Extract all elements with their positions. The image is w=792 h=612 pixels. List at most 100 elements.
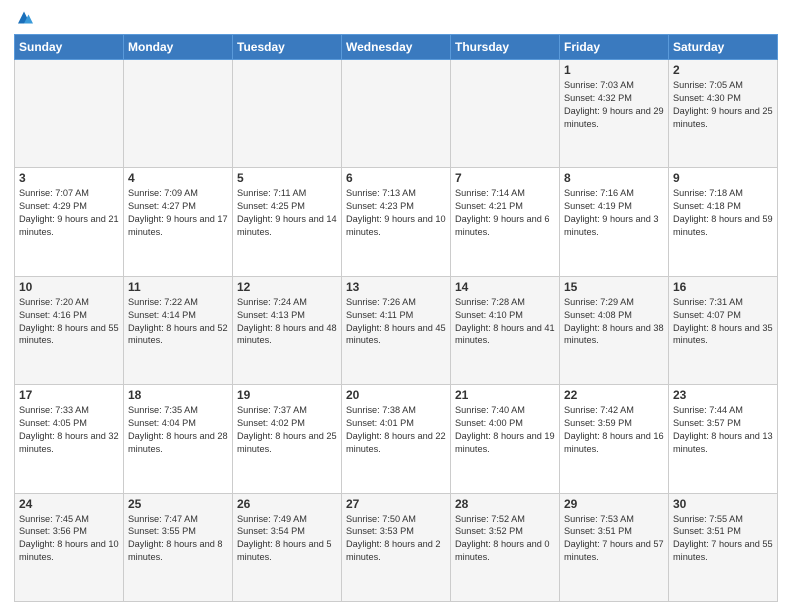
day-number: 24 — [19, 497, 119, 511]
calendar-cell: 28 Sunrise: 7:52 AM Sunset: 3:52 PM Dayli… — [451, 493, 560, 601]
calendar-cell — [15, 60, 124, 168]
calendar-cell: 22 Sunrise: 7:42 AM Sunset: 3:59 PM Dayli… — [560, 385, 669, 493]
day-number: 30 — [673, 497, 773, 511]
day-number: 1 — [564, 63, 664, 77]
day-info: Sunrise: 7:38 AM Sunset: 4:01 PM Dayligh… — [346, 404, 446, 456]
day-info: Sunrise: 7:28 AM Sunset: 4:10 PM Dayligh… — [455, 296, 555, 348]
calendar-cell: 6Sunrise: 7:13 AM Sunset: 4:23 PM Daylig… — [342, 168, 451, 276]
day-info: Sunrise: 7:31 AM Sunset: 4:07 PM Dayligh… — [673, 296, 773, 348]
header — [14, 10, 778, 28]
calendar-cell: 29 Sunrise: 7:53 AM Sunset: 3:51 PM Dayli… — [560, 493, 669, 601]
calendar-cell — [233, 60, 342, 168]
weekday-friday: Friday — [560, 35, 669, 60]
logo — [14, 10, 35, 28]
calendar-cell: 15 Sunrise: 7:29 AM Sunset: 4:08 PM Dayli… — [560, 276, 669, 384]
week-row-1: 1 Sunrise: 7:03 AM Sunset: 4:32 PM Daylig… — [15, 60, 778, 168]
day-info: Sunrise: 7:14 AM Sunset: 4:21 PM Dayligh… — [455, 187, 555, 239]
calendar-cell: 23 Sunrise: 7:44 AM Sunset: 3:57 PM Dayli… — [669, 385, 778, 493]
day-number: 18 — [128, 388, 228, 402]
day-info: Sunrise: 7:55 AM Sunset: 3:51 PM Dayligh… — [673, 513, 773, 565]
day-number: 28 — [455, 497, 555, 511]
calendar-table: SundayMondayTuesdayWednesdayThursdayFrid… — [14, 34, 778, 602]
calendar-cell: 4 Sunrise: 7:09 AM Sunset: 4:27 PM Daylig… — [124, 168, 233, 276]
day-number: 13 — [346, 280, 446, 294]
week-row-3: 10 Sunrise: 7:20 AM Sunset: 4:16 PM Dayli… — [15, 276, 778, 384]
day-info: Sunrise: 7:20 AM Sunset: 4:16 PM Dayligh… — [19, 296, 119, 348]
calendar-cell: 14 Sunrise: 7:28 AM Sunset: 4:10 PM Dayli… — [451, 276, 560, 384]
day-number: 25 — [128, 497, 228, 511]
day-info: Sunrise: 7:05 AM Sunset: 4:30 PM Dayligh… — [673, 79, 773, 131]
day-info: Sunrise: 7:40 AM Sunset: 4:00 PM Dayligh… — [455, 404, 555, 456]
day-info: Sunrise: 7:09 AM Sunset: 4:27 PM Dayligh… — [128, 187, 228, 239]
day-number: 22 — [564, 388, 664, 402]
calendar-cell: 30 Sunrise: 7:55 AM Sunset: 3:51 PM Dayli… — [669, 493, 778, 601]
day-info: Sunrise: 7:24 AM Sunset: 4:13 PM Dayligh… — [237, 296, 337, 348]
day-info: Sunrise: 7:07 AM Sunset: 4:29 PM Dayligh… — [19, 187, 119, 239]
day-number: 12 — [237, 280, 337, 294]
calendar-cell: 3 Sunrise: 7:07 AM Sunset: 4:29 PM Daylig… — [15, 168, 124, 276]
calendar-cell: 13 Sunrise: 7:26 AM Sunset: 4:11 PM Dayli… — [342, 276, 451, 384]
day-info: Sunrise: 7:18 AM Sunset: 4:18 PM Dayligh… — [673, 187, 773, 239]
calendar-cell: 27 Sunrise: 7:50 AM Sunset: 3:53 PM Dayli… — [342, 493, 451, 601]
day-info: Sunrise: 7:33 AM Sunset: 4:05 PM Dayligh… — [19, 404, 119, 456]
day-number: 17 — [19, 388, 119, 402]
day-number: 19 — [237, 388, 337, 402]
day-number: 10 — [19, 280, 119, 294]
day-number: 23 — [673, 388, 773, 402]
calendar-cell: 17 Sunrise: 7:33 AM Sunset: 4:05 PM Dayli… — [15, 385, 124, 493]
day-number: 27 — [346, 497, 446, 511]
day-info: Sunrise: 7:49 AM Sunset: 3:54 PM Dayligh… — [237, 513, 337, 565]
calendar-cell: 7 Sunrise: 7:14 AM Sunset: 4:21 PM Daylig… — [451, 168, 560, 276]
day-number: 9 — [673, 171, 773, 185]
day-info: Sunrise: 7:45 AM Sunset: 3:56 PM Dayligh… — [19, 513, 119, 565]
calendar-cell — [342, 60, 451, 168]
day-info: Sunrise: 7:42 AM Sunset: 3:59 PM Dayligh… — [564, 404, 664, 456]
day-info: Sunrise: 7:52 AM Sunset: 3:52 PM Dayligh… — [455, 513, 555, 565]
day-number: 2 — [673, 63, 773, 77]
weekday-header-row: SundayMondayTuesdayWednesdayThursdayFrid… — [15, 35, 778, 60]
weekday-sunday: Sunday — [15, 35, 124, 60]
day-info: Sunrise: 7:22 AM Sunset: 4:14 PM Dayligh… — [128, 296, 228, 348]
day-info: Sunrise: 7:26 AM Sunset: 4:11 PM Dayligh… — [346, 296, 446, 348]
calendar-cell: 8Sunrise: 7:16 AM Sunset: 4:19 PM Daylig… — [560, 168, 669, 276]
day-number: 4 — [128, 171, 228, 185]
day-info: Sunrise: 7:29 AM Sunset: 4:08 PM Dayligh… — [564, 296, 664, 348]
day-info: Sunrise: 7:47 AM Sunset: 3:55 PM Dayligh… — [128, 513, 228, 565]
day-number: 7 — [455, 171, 555, 185]
calendar-cell: 10 Sunrise: 7:20 AM Sunset: 4:16 PM Dayli… — [15, 276, 124, 384]
day-number: 3 — [19, 171, 119, 185]
logo-icon — [15, 10, 33, 28]
day-info: Sunrise: 7:37 AM Sunset: 4:02 PM Dayligh… — [237, 404, 337, 456]
calendar-cell: 20 Sunrise: 7:38 AM Sunset: 4:01 PM Dayli… — [342, 385, 451, 493]
calendar-cell — [451, 60, 560, 168]
day-number: 29 — [564, 497, 664, 511]
week-row-5: 24 Sunrise: 7:45 AM Sunset: 3:56 PM Dayli… — [15, 493, 778, 601]
calendar-cell: 26 Sunrise: 7:49 AM Sunset: 3:54 PM Dayli… — [233, 493, 342, 601]
day-info: Sunrise: 7:44 AM Sunset: 3:57 PM Dayligh… — [673, 404, 773, 456]
calendar-cell: 21Sunrise: 7:40 AM Sunset: 4:00 PM Dayli… — [451, 385, 560, 493]
calendar-cell: 2 Sunrise: 7:05 AM Sunset: 4:30 PM Daylig… — [669, 60, 778, 168]
calendar-cell: 19 Sunrise: 7:37 AM Sunset: 4:02 PM Dayli… — [233, 385, 342, 493]
day-info: Sunrise: 7:50 AM Sunset: 3:53 PM Dayligh… — [346, 513, 446, 565]
calendar-cell — [124, 60, 233, 168]
day-number: 15 — [564, 280, 664, 294]
day-number: 14 — [455, 280, 555, 294]
day-number: 11 — [128, 280, 228, 294]
day-info: Sunrise: 7:35 AM Sunset: 4:04 PM Dayligh… — [128, 404, 228, 456]
day-info: Sunrise: 7:53 AM Sunset: 3:51 PM Dayligh… — [564, 513, 664, 565]
day-info: Sunrise: 7:03 AM Sunset: 4:32 PM Dayligh… — [564, 79, 664, 131]
weekday-tuesday: Tuesday — [233, 35, 342, 60]
weekday-wednesday: Wednesday — [342, 35, 451, 60]
calendar-cell: 5Sunrise: 7:11 AM Sunset: 4:25 PM Daylig… — [233, 168, 342, 276]
calendar-cell: 11 Sunrise: 7:22 AM Sunset: 4:14 PM Dayli… — [124, 276, 233, 384]
day-number: 6 — [346, 171, 446, 185]
day-info: Sunrise: 7:16 AM Sunset: 4:19 PM Dayligh… — [564, 187, 664, 239]
weekday-saturday: Saturday — [669, 35, 778, 60]
day-number: 20 — [346, 388, 446, 402]
calendar-cell: 1 Sunrise: 7:03 AM Sunset: 4:32 PM Daylig… — [560, 60, 669, 168]
day-number: 5 — [237, 171, 337, 185]
week-row-4: 17 Sunrise: 7:33 AM Sunset: 4:05 PM Dayli… — [15, 385, 778, 493]
weekday-monday: Monday — [124, 35, 233, 60]
day-number: 26 — [237, 497, 337, 511]
calendar-cell: 25 Sunrise: 7:47 AM Sunset: 3:55 PM Dayli… — [124, 493, 233, 601]
